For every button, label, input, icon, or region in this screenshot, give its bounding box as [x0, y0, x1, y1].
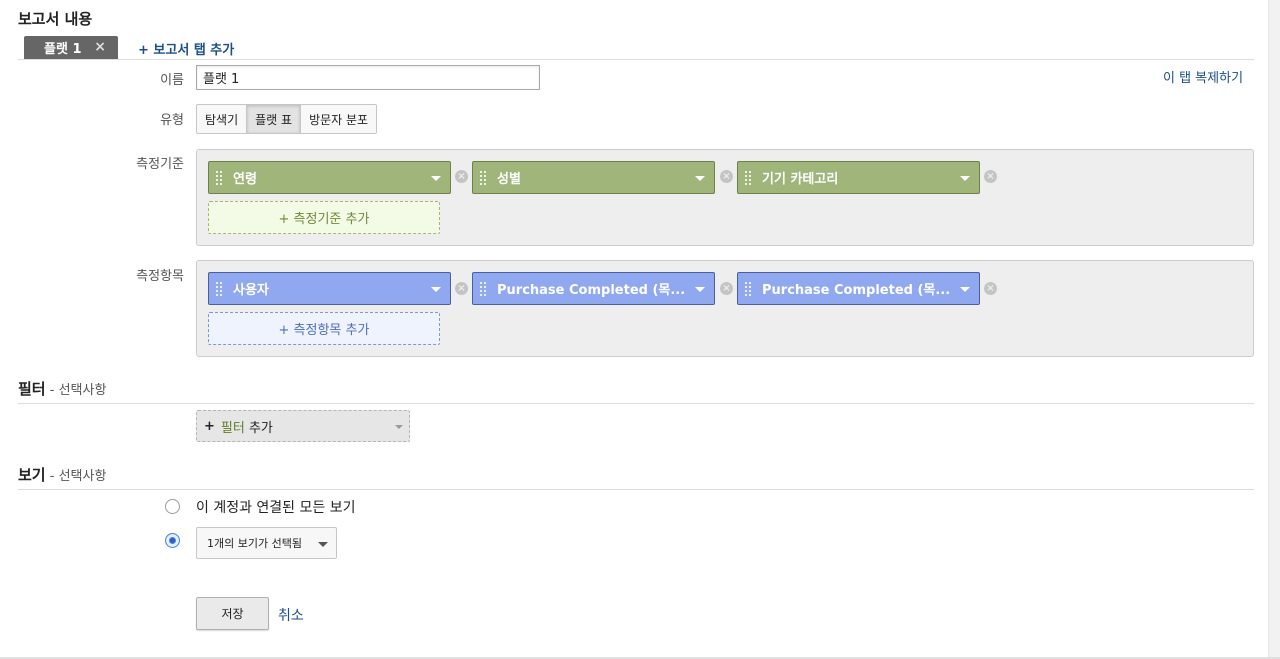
metric-chip-users[interactable]: 사용자 [208, 272, 451, 305]
dimension-chip-device-category[interactable]: 기기 카테고리 [737, 161, 980, 194]
type-option-map-overlay[interactable]: 방문자 분포 [301, 105, 376, 133]
drag-handle-icon[interactable] [215, 281, 223, 297]
type-option-explorer[interactable]: 탐색기 [197, 105, 248, 133]
all-views-radio[interactable] [165, 499, 180, 514]
add-filter-suffix: 추가 [244, 420, 273, 436]
metric-label: 사용자 [233, 283, 269, 298]
plus-icon: + [204, 418, 215, 434]
metric-label: Purchase Completed (목... [762, 283, 951, 298]
chevron-down-icon[interactable] [960, 287, 970, 292]
scrollbar[interactable] [1268, 0, 1280, 659]
drag-handle-icon[interactable] [215, 170, 223, 186]
views-dropdown[interactable]: 1개의 보기가 선택됨 [196, 527, 337, 559]
drag-handle-icon[interactable] [744, 170, 752, 186]
tab-divider [18, 59, 1254, 60]
selected-views-radio[interactable] [165, 533, 180, 548]
drag-handle-icon[interactable] [479, 170, 487, 186]
dimensions-label: 측정기준 [136, 157, 184, 172]
add-metric-button[interactable]: + 측정항목 추가 [208, 312, 440, 345]
remove-dimension-icon[interactable]: × [455, 170, 468, 183]
remove-metric-icon[interactable]: × [720, 282, 733, 295]
chevron-down-icon[interactable] [431, 287, 441, 292]
tab-label: 플랫 1 [44, 42, 82, 57]
chevron-down-icon [318, 542, 328, 547]
add-report-tab-link[interactable]: + 보고서 탭 추가 [138, 39, 234, 58]
remove-metric-icon[interactable]: × [455, 282, 468, 295]
chevron-down-icon [395, 425, 403, 429]
chevron-down-icon[interactable] [695, 176, 705, 181]
close-tab-icon[interactable]: × [94, 39, 106, 55]
dimension-chip-age[interactable]: 연령 [208, 161, 451, 194]
filter-title: 필터 [18, 380, 46, 398]
type-selector: 탐색기 플랫 표 방문자 분포 [196, 104, 378, 134]
dimension-chip-gender[interactable]: 성별 [472, 161, 715, 194]
all-views-label: 이 계정과 연결된 모든 보기 [196, 500, 356, 516]
metric-chip-purchase-completed-1[interactable]: Purchase Completed (목... [472, 272, 715, 305]
metric-label: Purchase Completed (목... [497, 283, 686, 298]
view-title: 보기 [18, 466, 46, 484]
remove-metric-icon[interactable]: × [984, 282, 997, 295]
name-label: 이름 [160, 73, 184, 88]
drag-handle-icon[interactable] [479, 281, 487, 297]
filter-optional-note: - 선택사항 [45, 383, 107, 398]
chevron-down-icon[interactable] [431, 176, 441, 181]
type-option-flat-table[interactable]: 플랫 표 [247, 105, 302, 133]
cancel-link[interactable]: 취소 [278, 605, 304, 625]
dimension-label: 기기 카테고리 [762, 172, 839, 187]
save-button[interactable]: 저장 [196, 597, 269, 630]
report-tab-flat-1[interactable]: 플랫 1 × [24, 36, 118, 59]
view-optional-note: - 선택사항 [45, 469, 107, 484]
dimension-label: 연령 [233, 172, 257, 187]
add-filter-button[interactable]: + 필터 추가 [196, 410, 410, 442]
duplicate-tab-link[interactable]: 이 탭 복제하기 [1163, 67, 1243, 86]
remove-dimension-icon[interactable]: × [720, 170, 733, 183]
metrics-label: 측정항목 [136, 269, 184, 284]
remove-dimension-icon[interactable]: × [984, 170, 997, 183]
drag-handle-icon[interactable] [744, 281, 752, 297]
filter-section-title: 필터 - 선택사항 [18, 378, 106, 399]
filter-divider [18, 403, 1254, 404]
chevron-down-icon[interactable] [695, 287, 705, 292]
metric-chip-purchase-completed-2[interactable]: Purchase Completed (목... [737, 272, 980, 305]
chevron-down-icon[interactable] [960, 176, 970, 181]
dimension-label: 성별 [497, 172, 521, 187]
views-dropdown-value: 1개의 보기가 선택됨 [207, 537, 302, 550]
name-field[interactable] [196, 65, 540, 90]
view-section-title: 보기 - 선택사항 [18, 464, 106, 485]
type-label: 유형 [160, 113, 184, 128]
add-filter-word: 필터 [220, 420, 245, 436]
add-dimension-button[interactable]: + 측정기준 추가 [208, 201, 440, 234]
view-divider [18, 489, 1254, 490]
report-content-title: 보고서 내용 [18, 10, 93, 28]
